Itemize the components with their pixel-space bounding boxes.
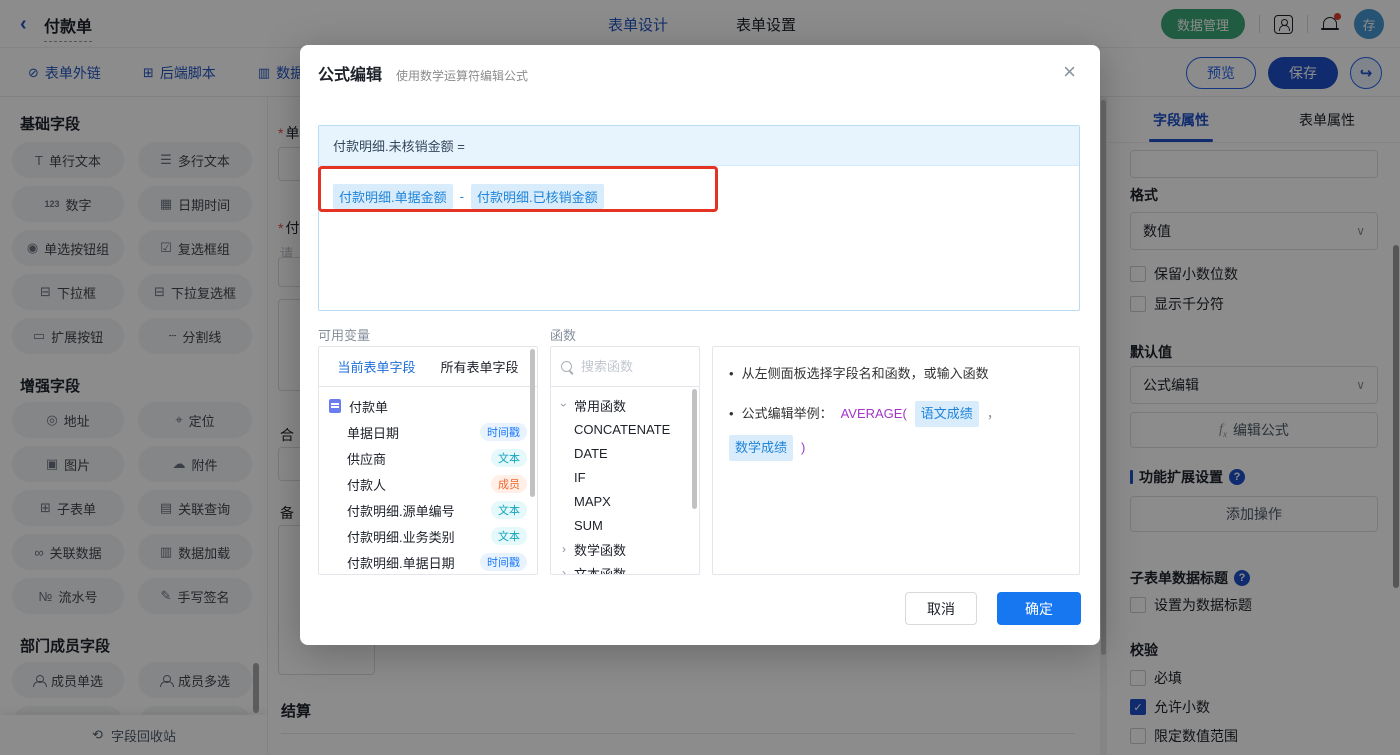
variables-panel: 当前表单字段 所有表单字段 付款单 单据日期 时间戳 供应商 文本 付款人 成员 付款… [318,346,538,575]
function-search-input[interactable] [581,359,689,374]
variables-scrollbar[interactable] [530,349,535,497]
chevron-icon: › [562,542,566,556]
modal-subtitle: 使用数学运算符编辑公式 [396,69,529,83]
function-search [551,347,699,387]
hint-line: • 从左侧面板选择字段名和函数，或输入函数 [729,366,989,381]
form-file-icon [329,399,341,413]
type-tag: 成员 [491,475,527,493]
variable-root-row[interactable]: 付款单 [319,393,537,419]
example-function-name: AVERAGE( [840,406,907,421]
app-root: ‹ 付款单 表单设计 表单设置 数据管理 存 ⊘ 表单外链 ⊞ 后端脚本 ▥ 数据权 … [0,0,1400,755]
type-tag: 文本 [491,449,527,467]
close-icon[interactable]: × [1063,61,1076,83]
variable-row[interactable]: 付款明细.源单编号 文本 [319,497,537,523]
hints-panel: • 从左侧面板选择字段名和函数，或输入函数 • 公式编辑举例： AVERAGE( … [712,346,1080,575]
tab-all-form-fields[interactable]: 所有表单字段 [440,357,518,376]
cancel-button[interactable]: 取消 [905,592,977,625]
variables-label: 可用变量 [318,328,371,343]
function-item[interactable]: MAPX [551,489,699,513]
variable-row[interactable]: 付款明细.业务类别 文本 [319,523,537,549]
functions-label: 函数 [550,328,577,343]
confirm-button[interactable]: 确定 [997,592,1081,625]
functions-list: › 常用函数 CONCATENATE DATE IF MAPX SUM › 数学函数… [551,387,699,575]
formula-field-token[interactable]: 付款明细.单据金额 [333,184,453,209]
example-field-chip: 数学成绩 [729,435,794,461]
variable-row[interactable]: 单据日期 时间戳 [319,419,537,445]
variables-tabs: 当前表单字段 所有表单字段 [319,347,537,387]
example-field-chip: 语文成绩 [914,401,979,427]
type-tag: 文本 [491,501,527,519]
hint-example-line: • 公式编辑举例： AVERAGE( 语文成绩 ， 数学成绩 ) [729,401,1063,461]
functions-scrollbar[interactable] [692,389,697,509]
type-tag: 时间戳 [480,553,527,571]
function-group-math[interactable]: › 数学函数 [551,537,699,561]
modal-header: 公式编辑 使用数学运算符编辑公式 [318,61,528,85]
formula-field-token[interactable]: 付款明细.已核销金额 [470,184,604,209]
chevron-icon: › [562,566,566,575]
variable-row[interactable]: 供应商 文本 [319,445,537,471]
function-group-text[interactable]: › 文本函数 [551,561,699,575]
modal-title: 公式编辑 [318,67,383,84]
formula-expression[interactable]: 付款明细.单据金额 - 付款明细.已核销金额 [319,166,1079,227]
type-tag: 时间戳 [480,423,527,441]
function-item[interactable]: IF [551,465,699,489]
formula-editor[interactable]: 付款明细.未核销金额 = 付款明细.单据金额 - 付款明细.已核销金额 [318,125,1080,311]
function-item[interactable]: SUM [551,513,699,537]
tab-current-form-fields[interactable]: 当前表单字段 [337,357,415,376]
variables-list: 付款单 单据日期 时间戳 供应商 文本 付款人 成员 付款明细.源单编号 文本 付款明细… [319,387,537,574]
function-group-common[interactable]: › 常用函数 [551,393,699,417]
variable-row[interactable]: 付款明细.单据日期 时间戳 [319,549,537,574]
function-item[interactable]: DATE [551,441,699,465]
variable-row[interactable]: 付款人 成员 [319,471,537,497]
type-tag: 文本 [491,527,527,545]
formula-edit-modal: 公式编辑 使用数学运算符编辑公式 × 付款明细.未核销金额 = 付款明细.单据金… [300,45,1100,645]
formula-operator: - [459,189,464,204]
chevron-icon: › [557,403,571,407]
function-item[interactable]: CONCATENATE [551,417,699,441]
functions-panel: ›常用函数 CONCATENATE DATE IF MAPX SUM ›数学函数… [550,346,700,575]
search-icon [561,360,573,373]
formula-target: 付款明细.未核销金额 = [319,126,1079,166]
